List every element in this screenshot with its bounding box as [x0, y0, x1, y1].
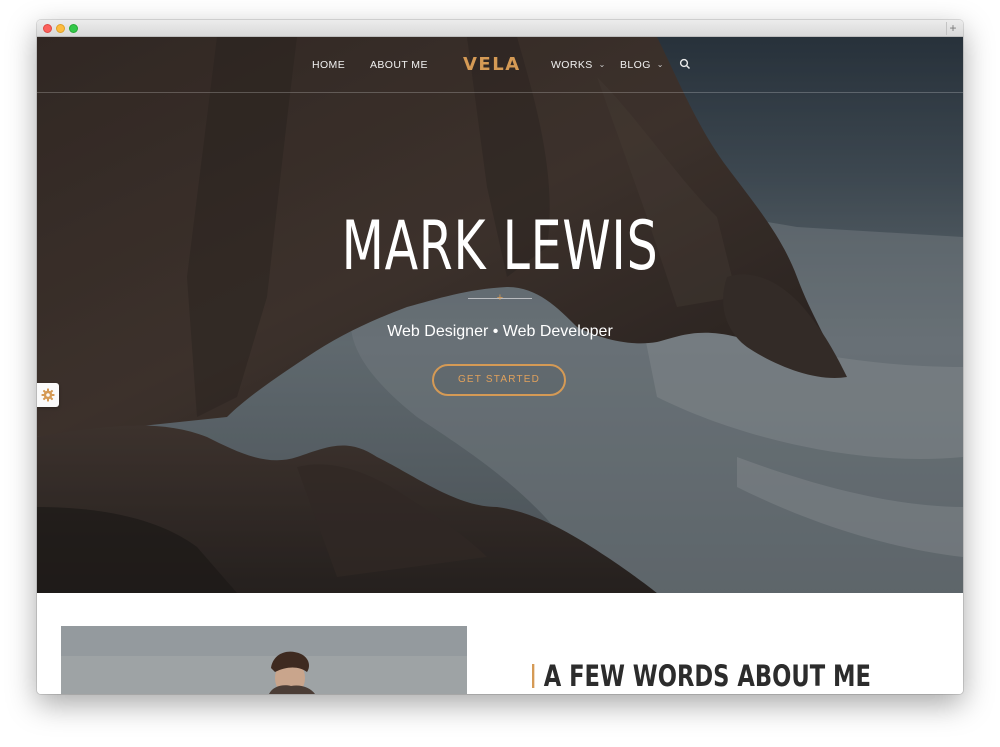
chevron-down-icon: ⌄	[598, 60, 606, 69]
chevron-down-icon: ⌄	[656, 60, 664, 69]
portrait-image	[61, 626, 467, 694]
settings-panel-toggle[interactable]	[37, 383, 59, 407]
hero-subtitle: Web Designer • Web Developer	[387, 323, 613, 340]
maximize-window-button[interactable]	[69, 24, 78, 33]
about-section: A FEW WORDS ABOUT ME	[37, 593, 963, 694]
minimize-window-button[interactable]	[56, 24, 65, 33]
nav-item-blog-label: BLOG	[620, 59, 651, 71]
heading-accent-bar	[532, 664, 535, 688]
about-photo	[61, 626, 467, 694]
nav-item-home[interactable]: HOME	[312, 59, 345, 71]
hero-title: MARK LEWIS	[341, 207, 659, 286]
get-started-button[interactable]: GET STARTED	[432, 364, 566, 396]
new-tab-button[interactable]: +	[946, 22, 959, 35]
hero-section: HOME ABOUT ME VELA WORKS ⌄ BLOG ⌄ MARK LEW…	[37, 37, 963, 593]
nav-item-about-me[interactable]: ABOUT ME	[370, 59, 428, 71]
close-window-button[interactable]	[43, 24, 52, 33]
nav-item-works-label: WORKS	[551, 59, 593, 71]
hero-overlay	[37, 37, 963, 593]
gear-icon	[41, 388, 55, 402]
nav-item-works[interactable]: WORKS ⌄	[551, 59, 606, 71]
main-navigation: HOME ABOUT ME VELA WORKS ⌄ BLOG ⌄	[37, 37, 963, 93]
search-icon[interactable]	[679, 58, 691, 70]
about-heading: A FEW WORDS ABOUT ME	[532, 659, 871, 693]
site-logo[interactable]: VELA	[463, 54, 521, 75]
divider-ornament: +	[496, 292, 504, 304]
nav-item-blog[interactable]: BLOG ⌄	[620, 59, 664, 71]
browser-window: + HOME ABOUT ME VELA WORKS ⌄ BLOG ⌄ MARK…	[37, 20, 963, 694]
browser-titlebar: +	[37, 20, 963, 37]
about-heading-text: A FEW WORDS ABOUT ME	[543, 659, 871, 693]
